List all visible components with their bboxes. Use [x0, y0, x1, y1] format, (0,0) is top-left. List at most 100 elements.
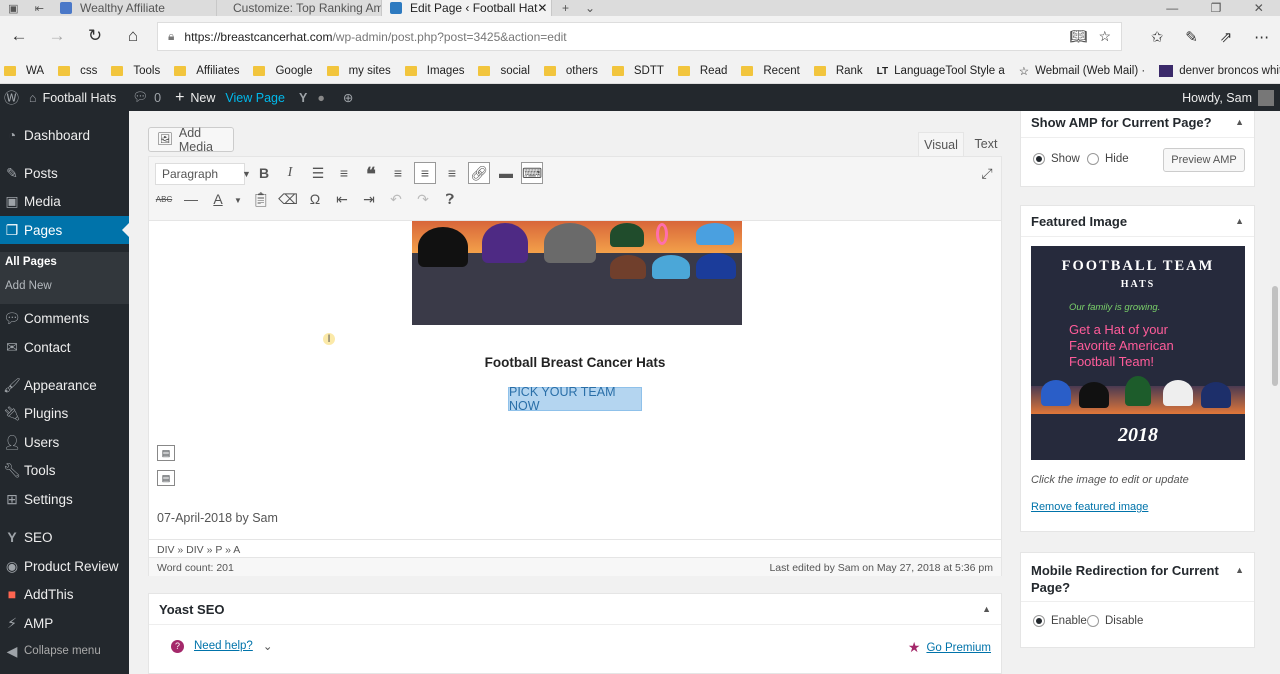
- bookmark-read[interactable]: Read: [677, 65, 727, 77]
- pen-icon[interactable]: ✎: [1185, 28, 1198, 46]
- disable-option[interactable]: Disable: [1087, 615, 1143, 627]
- favorite-star-icon[interactable]: ☆: [1098, 28, 1111, 45]
- horizontal-line-icon[interactable]: —: [180, 191, 202, 207]
- tab-customize[interactable]: Customize: Top Ranking Am: [217, 0, 382, 16]
- restore-icon[interactable]: ❐: [1211, 1, 1222, 15]
- yoast-icon[interactable]: Y: [299, 91, 307, 105]
- collapse-triangle-icon[interactable]: ▲: [982, 604, 991, 614]
- featured-image-thumbnail[interactable]: FOOTBALL TEAM HATS Our family is growing…: [1031, 246, 1245, 460]
- new-tab-button[interactable]: +: [562, 1, 569, 15]
- tab-wealthy-affiliate[interactable]: Wealthy Affiliate: [52, 0, 217, 16]
- bookmark-others[interactable]: others: [543, 65, 598, 77]
- bookmark-broncos[interactable]: denver broncos white: [1159, 65, 1280, 77]
- bookmark-sdtt[interactable]: SDTT: [611, 65, 664, 77]
- collapse-triangle-icon[interactable]: ▲: [1235, 216, 1244, 226]
- page-scrollbar[interactable]: [1270, 111, 1280, 674]
- menu-dashboard[interactable]: ◔ Dashboard: [0, 121, 129, 149]
- amp-show-option[interactable]: Show: [1033, 153, 1080, 165]
- strikethrough-icon[interactable]: ABC: [153, 195, 175, 204]
- refresh-icon[interactable]: ↻: [76, 26, 114, 46]
- my-account[interactable]: Howdy, Sam: [1182, 89, 1274, 106]
- comments-link[interactable]: 💬︎ 0: [132, 90, 161, 105]
- url-bar[interactable]: 🔒︎ https://breastcancerhat.com/wp-admin/…: [157, 22, 1122, 51]
- wordpress-logo-icon[interactable]: Ⓦ: [4, 87, 19, 108]
- help-icon[interactable]: ❓︎: [439, 191, 461, 208]
- bookmark-languagetool[interactable]: LT LanguageTool Style a: [877, 65, 1005, 77]
- collapse-triangle-icon[interactable]: ▲: [1235, 117, 1244, 127]
- cta-button[interactable]: PICK YOUR TEAM NOW: [508, 385, 642, 413]
- collapse-menu[interactable]: ◀ Collapse menu: [0, 637, 129, 665]
- bookmark-social[interactable]: social: [478, 65, 530, 77]
- preview-amp-button[interactable]: Preview AMP: [1163, 148, 1245, 172]
- home-icon[interactable]: ⌂: [114, 26, 152, 46]
- go-premium-link[interactable]: ★ Go Premium: [908, 639, 991, 656]
- need-help-toggle[interactable]: ? Need help? ⌄: [171, 639, 272, 653]
- bookmark-affiliates[interactable]: Affiliates: [174, 65, 239, 77]
- scrollbar-thumb[interactable]: [1272, 286, 1278, 386]
- embed-placeholder-icon[interactable]: ▤: [157, 470, 175, 486]
- enable-option[interactable]: Enable: [1033, 615, 1087, 627]
- back-icon[interactable]: ←: [0, 26, 38, 46]
- menu-amp[interactable]: ⚡︎ AMP: [0, 609, 129, 637]
- updraft-icon[interactable]: ⊕: [343, 90, 353, 105]
- blockquote-icon[interactable]: ❝: [360, 164, 382, 185]
- bookmark-tools[interactable]: Tools: [111, 65, 160, 77]
- add-media-button[interactable]: 🖼︎ Add Media: [148, 126, 234, 154]
- set-aside-icon[interactable]: ⇤: [35, 2, 44, 15]
- close-window-icon[interactable]: ✕: [1254, 1, 1264, 15]
- submenu-all-pages[interactable]: All Pages: [5, 256, 57, 268]
- menu-media[interactable]: ▣ Media: [0, 187, 129, 215]
- toolbar-toggle-icon[interactable]: ⌨: [521, 162, 543, 184]
- new-content-link[interactable]: + New: [175, 89, 215, 107]
- bookmark-webmail[interactable]: ☆ Webmail (Web Mail) ·: [1019, 64, 1145, 78]
- bookmark-wa[interactable]: WA: [4, 65, 44, 77]
- remove-featured-image-link[interactable]: Remove featured image: [1031, 501, 1148, 513]
- collapse-triangle-icon[interactable]: ▲: [1235, 565, 1244, 575]
- view-page-link[interactable]: View Page: [225, 91, 285, 105]
- align-right-icon[interactable]: ≡: [441, 165, 463, 181]
- menu-pages[interactable]: ❐ Pages: [0, 216, 129, 244]
- site-name-link[interactable]: ⌂ Football Hats: [29, 91, 116, 105]
- align-left-icon[interactable]: ≡: [387, 165, 409, 181]
- bookmark-my-sites[interactable]: my sites: [326, 65, 391, 77]
- minimize-icon[interactable]: —: [1166, 1, 1178, 15]
- indent-icon[interactable]: ⇥: [358, 191, 380, 208]
- tab-text[interactable]: Text: [970, 132, 1002, 156]
- read-more-icon[interactable]: ▬: [495, 165, 517, 181]
- numbered-list-icon[interactable]: ≡: [333, 165, 355, 181]
- special-character-icon[interactable]: Ω: [304, 191, 326, 207]
- tab-list-chevron-icon[interactable]: ⌄: [585, 1, 595, 15]
- bold-icon[interactable]: B: [253, 165, 275, 181]
- menu-product-review[interactable]: ◉ Product Review: [0, 552, 129, 580]
- text-color-icon[interactable]: A: [207, 191, 229, 207]
- link-icon[interactable]: 🔗︎: [468, 162, 490, 184]
- tab-controls[interactable]: ▣ ⇤: [0, 2, 52, 15]
- bookmark-rank[interactable]: Rank: [813, 65, 863, 77]
- more-icon[interactable]: ⋯: [1254, 28, 1269, 46]
- menu-contact[interactable]: ✉ Contact: [0, 333, 129, 361]
- italic-icon[interactable]: I: [279, 165, 301, 181]
- menu-settings[interactable]: ⊞ Settings: [0, 485, 129, 513]
- close-tab-icon[interactable]: ✕: [537, 1, 547, 15]
- menu-users[interactable]: 👤︎ Users: [0, 428, 129, 456]
- menu-plugins[interactable]: 🔌︎ Plugins: [0, 399, 129, 427]
- menu-seo[interactable]: Y SEO: [0, 523, 129, 551]
- paste-text-icon[interactable]: 📋︎: [250, 191, 272, 208]
- amp-hide-option[interactable]: Hide: [1087, 153, 1129, 165]
- submenu-add-new[interactable]: Add New: [5, 280, 52, 292]
- redo-icon[interactable]: ↷: [412, 191, 434, 208]
- tab-visual[interactable]: Visual: [918, 132, 964, 156]
- menu-comments[interactable]: 💬︎ Comments: [0, 304, 129, 332]
- bookmark-css[interactable]: css: [58, 65, 97, 77]
- menu-addthis[interactable]: ■ AddThis: [0, 580, 129, 608]
- bookmark-recent[interactable]: Recent: [741, 65, 800, 77]
- tab-menu-icon[interactable]: ▣: [8, 2, 18, 15]
- undo-icon[interactable]: ↶: [385, 191, 407, 208]
- bookmark-google[interactable]: Google: [253, 65, 313, 77]
- hats-banner-image[interactable]: [412, 221, 742, 325]
- align-center-icon[interactable]: ≡: [414, 162, 436, 184]
- format-select[interactable]: Paragraph ▼: [155, 163, 251, 185]
- reading-view-icon[interactable]: 📖︎: [1069, 28, 1087, 45]
- tab-edit-page[interactable]: Edit Page ‹ Football Hat ✕: [382, 0, 552, 16]
- chevron-down-icon[interactable]: ▼: [234, 196, 242, 205]
